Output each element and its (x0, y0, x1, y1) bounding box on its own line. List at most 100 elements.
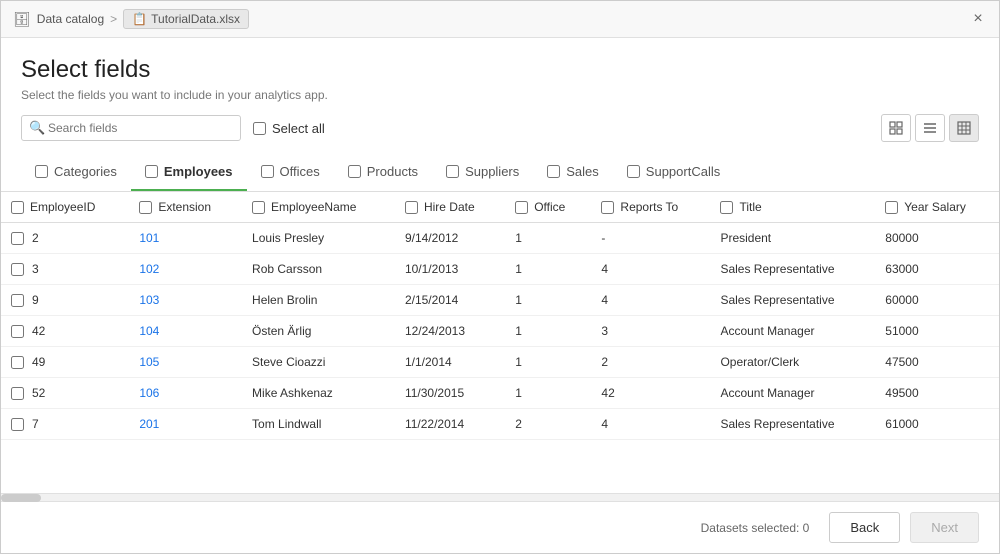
search-wrapper: 🔍 (21, 115, 241, 141)
tab-categories-label: Categories (54, 164, 117, 179)
tab-offices[interactable]: Offices (247, 154, 334, 191)
tab-suppliers-checkbox[interactable] (446, 165, 459, 178)
col-reports-to[interactable]: Reports To (591, 192, 710, 223)
tab-sales-checkbox[interactable] (547, 165, 560, 178)
col-office-checkbox[interactable] (515, 201, 528, 214)
extension-link[interactable]: 201 (139, 417, 159, 431)
cell-hire-date: 11/22/2014 (395, 409, 505, 440)
cell-employee-id: 42 (1, 316, 129, 346)
datasets-selected-label: Datasets selected: 0 (701, 521, 810, 535)
cell-office: 1 (505, 223, 591, 254)
tab-supportcalls[interactable]: SupportCalls (613, 154, 734, 191)
cell-title: Account Manager (710, 316, 875, 347)
next-button[interactable]: Next (910, 512, 979, 543)
table-row: 52 106 Mike Ashkenaz 11/30/2015 1 42 Acc… (1, 378, 999, 409)
view-buttons (881, 114, 979, 142)
cell-title: Sales Representative (710, 409, 875, 440)
col-reports-to-checkbox[interactable] (601, 201, 614, 214)
table-scroll[interactable]: EmployeeID Extension E (1, 192, 999, 493)
breadcrumb-catalog: Data catalog (37, 12, 104, 26)
row-checkbox[interactable] (11, 325, 24, 338)
select-all-wrapper[interactable]: Select all (253, 121, 325, 136)
table-row: 9 103 Helen Brolin 2/15/2014 1 4 Sales R… (1, 285, 999, 316)
col-employee-name-checkbox[interactable] (252, 201, 265, 214)
cell-year-salary: 47500 (875, 347, 999, 378)
row-checkbox[interactable] (11, 294, 24, 307)
titlebar: 🗄 Data catalog > 📋 TutorialData.xlsx × (1, 1, 999, 38)
col-hire-date[interactable]: Hire Date (395, 192, 505, 223)
col-hire-date-checkbox[interactable] (405, 201, 418, 214)
row-checkbox[interactable] (11, 356, 24, 369)
tab-employees[interactable]: Employees (131, 154, 247, 191)
search-input[interactable] (21, 115, 241, 141)
tab-products[interactable]: Products (334, 154, 432, 191)
horizontal-scrollbar-thumb[interactable] (1, 494, 41, 502)
tab-products-label: Products (367, 164, 418, 179)
cell-reports-to: 42 (591, 378, 710, 409)
cell-office: 1 (505, 285, 591, 316)
cell-year-salary: 63000 (875, 254, 999, 285)
cell-hire-date: 2/15/2014 (395, 285, 505, 316)
col-extension[interactable]: Extension (129, 192, 242, 223)
tab-categories-checkbox[interactable] (35, 165, 48, 178)
cell-reports-to: 4 (591, 285, 710, 316)
col-title[interactable]: Title (710, 192, 875, 223)
cell-name: Helen Brolin (242, 285, 395, 316)
list-view-button[interactable] (915, 114, 945, 142)
col-employee-name[interactable]: EmployeeName (242, 192, 395, 223)
cell-reports-to: 3 (591, 316, 710, 347)
extension-link[interactable]: 101 (139, 231, 159, 245)
col-title-checkbox[interactable] (720, 201, 733, 214)
extension-link[interactable]: 104 (139, 324, 159, 338)
col-employee-id[interactable]: EmployeeID (1, 192, 129, 223)
extension-link[interactable]: 106 (139, 386, 159, 400)
cell-extension: 103 (129, 285, 242, 316)
data-table: EmployeeID Extension E (1, 192, 999, 440)
row-checkbox[interactable] (11, 418, 24, 431)
cell-title: Account Manager (710, 378, 875, 409)
cell-year-salary: 61000 (875, 409, 999, 440)
extension-link[interactable]: 103 (139, 293, 159, 307)
table-view-button[interactable] (949, 114, 979, 142)
tab-suppliers[interactable]: Suppliers (432, 154, 533, 191)
row-checkbox[interactable] (11, 232, 24, 245)
grid-view-button[interactable] (881, 114, 911, 142)
cell-title: Operator/Clerk (710, 347, 875, 378)
tab-supportcalls-checkbox[interactable] (627, 165, 640, 178)
cell-year-salary: 51000 (875, 316, 999, 347)
horizontal-scrollbar[interactable] (1, 493, 999, 501)
breadcrumb-separator: > (110, 12, 117, 26)
col-year-salary[interactable]: Year Salary (875, 192, 999, 223)
extension-link[interactable]: 105 (139, 355, 159, 369)
cell-extension: 104 (129, 316, 242, 347)
tab-products-checkbox[interactable] (348, 165, 361, 178)
select-all-checkbox[interactable] (253, 122, 266, 135)
cell-extension: 106 (129, 378, 242, 409)
tab-employees-checkbox[interactable] (145, 165, 158, 178)
table-row: 42 104 Östen Ärlig 12/24/2013 1 3 Accoun… (1, 316, 999, 347)
col-employee-id-checkbox[interactable] (11, 201, 24, 214)
extension-link[interactable]: 102 (139, 262, 159, 276)
breadcrumb-file[interactable]: 📋 TutorialData.xlsx (123, 9, 249, 29)
cell-extension: 102 (129, 254, 242, 285)
tab-sales[interactable]: Sales (533, 154, 613, 191)
page-subtitle: Select the fields you want to include in… (21, 88, 979, 102)
cell-office: 1 (505, 347, 591, 378)
back-button[interactable]: Back (829, 512, 900, 543)
col-year-salary-checkbox[interactable] (885, 201, 898, 214)
cell-year-salary: 80000 (875, 223, 999, 254)
tab-offices-checkbox[interactable] (261, 165, 274, 178)
row-checkbox[interactable] (11, 263, 24, 276)
cell-reports-to: - (591, 223, 710, 254)
cell-employee-id: 9 (1, 285, 129, 315)
cell-title: President (710, 223, 875, 254)
close-button[interactable]: × (969, 10, 987, 28)
row-checkbox[interactable] (11, 387, 24, 400)
cell-employee-id: 52 (1, 378, 129, 408)
tab-categories[interactable]: Categories (21, 154, 131, 191)
cell-office: 1 (505, 378, 591, 409)
col-office[interactable]: Office (505, 192, 591, 223)
col-extension-checkbox[interactable] (139, 201, 152, 214)
cell-hire-date: 11/30/2015 (395, 378, 505, 409)
cell-name: Steve Cioazzi (242, 347, 395, 378)
